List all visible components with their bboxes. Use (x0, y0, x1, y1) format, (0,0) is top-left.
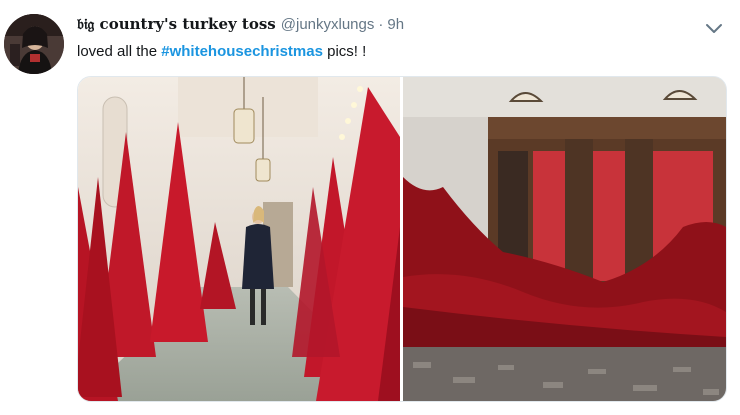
avatar[interactable] (4, 14, 64, 74)
media-grid (77, 76, 727, 402)
hashtag-link[interactable]: #whitehousechristmas (161, 43, 323, 60)
avatar-image (4, 14, 64, 74)
tweet-header: 𝔟𝔦𝔤 country's turkey toss @junkyxlungs ·… (77, 15, 404, 35)
tweet-text: loved all the #whitehousechristmas pics!… (77, 42, 366, 62)
display-name[interactable]: 𝔟𝔦𝔤 country's turkey toss (77, 15, 276, 33)
tweet-text-after: pics! ! (322, 43, 367, 60)
separator-dot: · (378, 16, 384, 33)
timestamp[interactable]: 9h (387, 16, 404, 33)
tweet-text-before: loved all the (77, 43, 162, 60)
hallway-red-trees-photo[interactable] (78, 77, 400, 401)
user-handle[interactable]: @junkyxlungs (281, 16, 375, 33)
blood-elevator-photo[interactable] (403, 77, 726, 401)
chevron-down-icon[interactable] (702, 18, 726, 38)
